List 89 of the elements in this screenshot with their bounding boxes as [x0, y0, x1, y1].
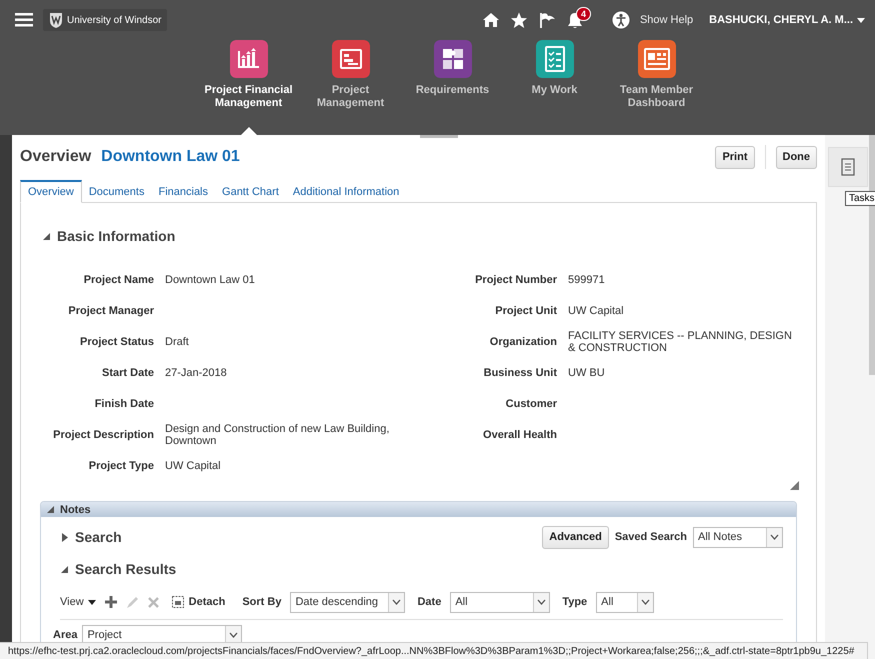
- section-title: Basic Information: [57, 228, 176, 244]
- accessibility-icon[interactable]: [612, 11, 630, 29]
- search-title: Search: [75, 529, 122, 545]
- field-label: Project Description: [52, 428, 154, 440]
- field-value: UW BU: [568, 366, 606, 378]
- field-label: Overall Health: [482, 428, 557, 440]
- advanced-button[interactable]: Advanced: [542, 526, 609, 548]
- field-value: Design and Construction of new Law Building, Downtown: [165, 422, 390, 446]
- app-launcher[interactable]: Team Member Dashboard: [606, 40, 708, 135]
- tasks-button[interactable]: [828, 147, 868, 187]
- date-label: Date: [417, 596, 442, 608]
- detach-icon[interactable]: [172, 596, 184, 608]
- sort-by-dropdown[interactable]: Date descending: [290, 592, 406, 612]
- field-label: Project Number: [474, 274, 557, 286]
- search-results-title: Search Results: [75, 561, 176, 577]
- flag-icon[interactable]: [538, 12, 556, 28]
- dropdown-icon: [392, 599, 402, 605]
- dropdown-icon: [770, 534, 779, 540]
- app-label: Project Financial Management: [203, 84, 294, 110]
- edit-icon: [126, 596, 139, 608]
- logo-text: University of Windsor: [67, 14, 162, 26]
- field-value: Draft: [165, 336, 190, 348]
- tab[interactable]: Additional Information: [286, 182, 406, 202]
- dropdown-icon: [229, 632, 238, 638]
- splitter-handle[interactable]: [420, 135, 458, 138]
- app-label: Team Member Dashboard: [618, 84, 694, 110]
- view-menu[interactable]: View: [60, 596, 84, 608]
- date-dropdown[interactable]: All: [450, 592, 550, 612]
- type-dropdown[interactable]: All: [596, 592, 654, 612]
- tab[interactable]: Overview: [20, 180, 82, 203]
- field-value: UW Capital: [165, 460, 222, 472]
- status-url: https://efhc-test.prj.ca2.oraclecloud.com/projectsFinancials/faces/FndOverview?_afrLoop...NN%3BFlow%3D%3BParam1%3D;;Project+Workarea;false;256;;;&_adf.ctrl-state=8ptr1pb9u_1225#: [8, 646, 854, 656]
- tab[interactable]: Financials: [151, 182, 216, 202]
- field-value: 27-Jan-2018: [165, 366, 228, 378]
- field-label: Project Manager: [67, 304, 154, 316]
- caret-icon[interactable]: [88, 600, 96, 604]
- type-label: Type: [562, 596, 588, 608]
- field-label: Organization: [488, 336, 557, 348]
- field-value: UW Capital: [568, 304, 625, 316]
- delete-icon: [148, 596, 159, 608]
- app-label: Requirements: [416, 84, 490, 97]
- field-label: Project Name: [82, 274, 154, 286]
- project-name: Downtown Law 01: [101, 148, 240, 166]
- collapse-triangle-icon[interactable]: [60, 564, 69, 574]
- field-value: Downtown Law 01: [165, 274, 256, 286]
- field-label: Project Unit: [494, 304, 557, 316]
- add-icon[interactable]: [104, 596, 117, 608]
- app-launcher[interactable]: Requirements: [402, 40, 504, 135]
- app-launcher[interactable]: My Work: [504, 40, 606, 135]
- field-value: 599971: [568, 274, 606, 286]
- field-value: FACILITY SERVICES -- PLANNING, DESIGN & CONSTRUCTION: [568, 330, 793, 354]
- star-icon[interactable]: [510, 12, 528, 28]
- done-button[interactable]: Done: [776, 146, 817, 168]
- show-help-link[interactable]: Show Help: [640, 14, 694, 26]
- app-launcher[interactable]: Project Financial Management: [198, 40, 300, 135]
- shield-icon: [49, 12, 63, 28]
- tooltip: Tasks: [845, 191, 875, 206]
- notification-badge: 4: [576, 6, 591, 20]
- collapse-triangle-icon[interactable]: [42, 232, 51, 240]
- saved-search-dropdown[interactable]: All Notes: [693, 526, 783, 548]
- field-label: Start Date: [101, 366, 154, 378]
- print-button[interactable]: Print: [715, 146, 754, 168]
- app-launcher[interactable]: Project Management: [300, 40, 402, 135]
- dropdown-icon: [537, 599, 546, 605]
- saved-search-label: Saved Search: [614, 531, 687, 543]
- sort-by-label: Sort By: [242, 596, 282, 608]
- user-name[interactable]: BASHUCKI, CHERYL A. M...: [709, 14, 853, 26]
- detach-button[interactable]: Detach: [188, 596, 226, 608]
- page-title: Overview: [20, 148, 92, 166]
- university-logo[interactable]: University of Windsor: [43, 9, 168, 31]
- field-label: Project Status: [79, 336, 154, 348]
- document-icon: [841, 158, 855, 176]
- tab[interactable]: Gantt Chart: [215, 182, 286, 202]
- field-label: Customer: [504, 398, 557, 410]
- app-label: Project Management: [316, 84, 386, 110]
- notes-title: Notes: [60, 504, 91, 516]
- area-label: Area: [53, 629, 78, 641]
- app-label: My Work: [532, 84, 578, 97]
- caret-icon: [857, 18, 865, 22]
- field-label: Business Unit: [482, 366, 557, 378]
- resize-handle-icon[interactable]: [790, 481, 799, 490]
- dropdown-icon: [641, 599, 650, 605]
- field-label: Finish Date: [94, 398, 154, 410]
- collapse-triangle-icon[interactable]: [46, 505, 55, 514]
- menu-icon[interactable]: [15, 13, 33, 27]
- tab[interactable]: Documents: [82, 182, 152, 202]
- expand-triangle-icon[interactable]: [60, 532, 69, 542]
- home-icon[interactable]: [482, 12, 500, 28]
- field-label: Project Type: [88, 460, 154, 472]
